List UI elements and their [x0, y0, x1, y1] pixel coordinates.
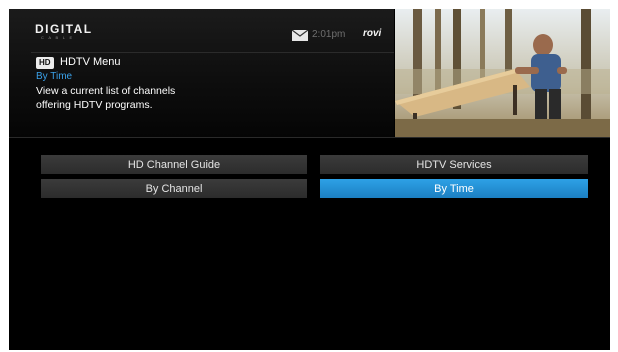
by-channel-button[interactable]: By Channel	[41, 179, 307, 198]
clock: 2:01pm	[312, 29, 346, 40]
hdtv-services-button[interactable]: HDTV Services	[320, 155, 588, 174]
digital-cable-logo: DIGITAL CABLE	[35, 22, 93, 40]
header-panel: DIGITAL CABLE 2:01pm rovi HD HDTV Menu B…	[9, 9, 394, 137]
content-divider	[9, 137, 610, 138]
header-divider	[31, 52, 394, 53]
rovi-logo: rovi	[363, 28, 382, 39]
by-time-button[interactable]: By Time	[320, 179, 588, 198]
menu-title: HDTV Menu	[60, 56, 121, 68]
video-preview	[395, 9, 610, 137]
menu-description: View a current list of channels offering…	[36, 85, 176, 111]
hd-badge: HD	[36, 57, 54, 69]
tv-screen: DIGITAL CABLE 2:01pm rovi HD HDTV Menu B…	[9, 9, 610, 350]
breadcrumb: By Time	[36, 71, 73, 82]
video-preview-image	[395, 9, 610, 137]
hd-channel-guide-button[interactable]: HD Channel Guide	[41, 155, 307, 174]
mail-icon	[292, 30, 308, 41]
